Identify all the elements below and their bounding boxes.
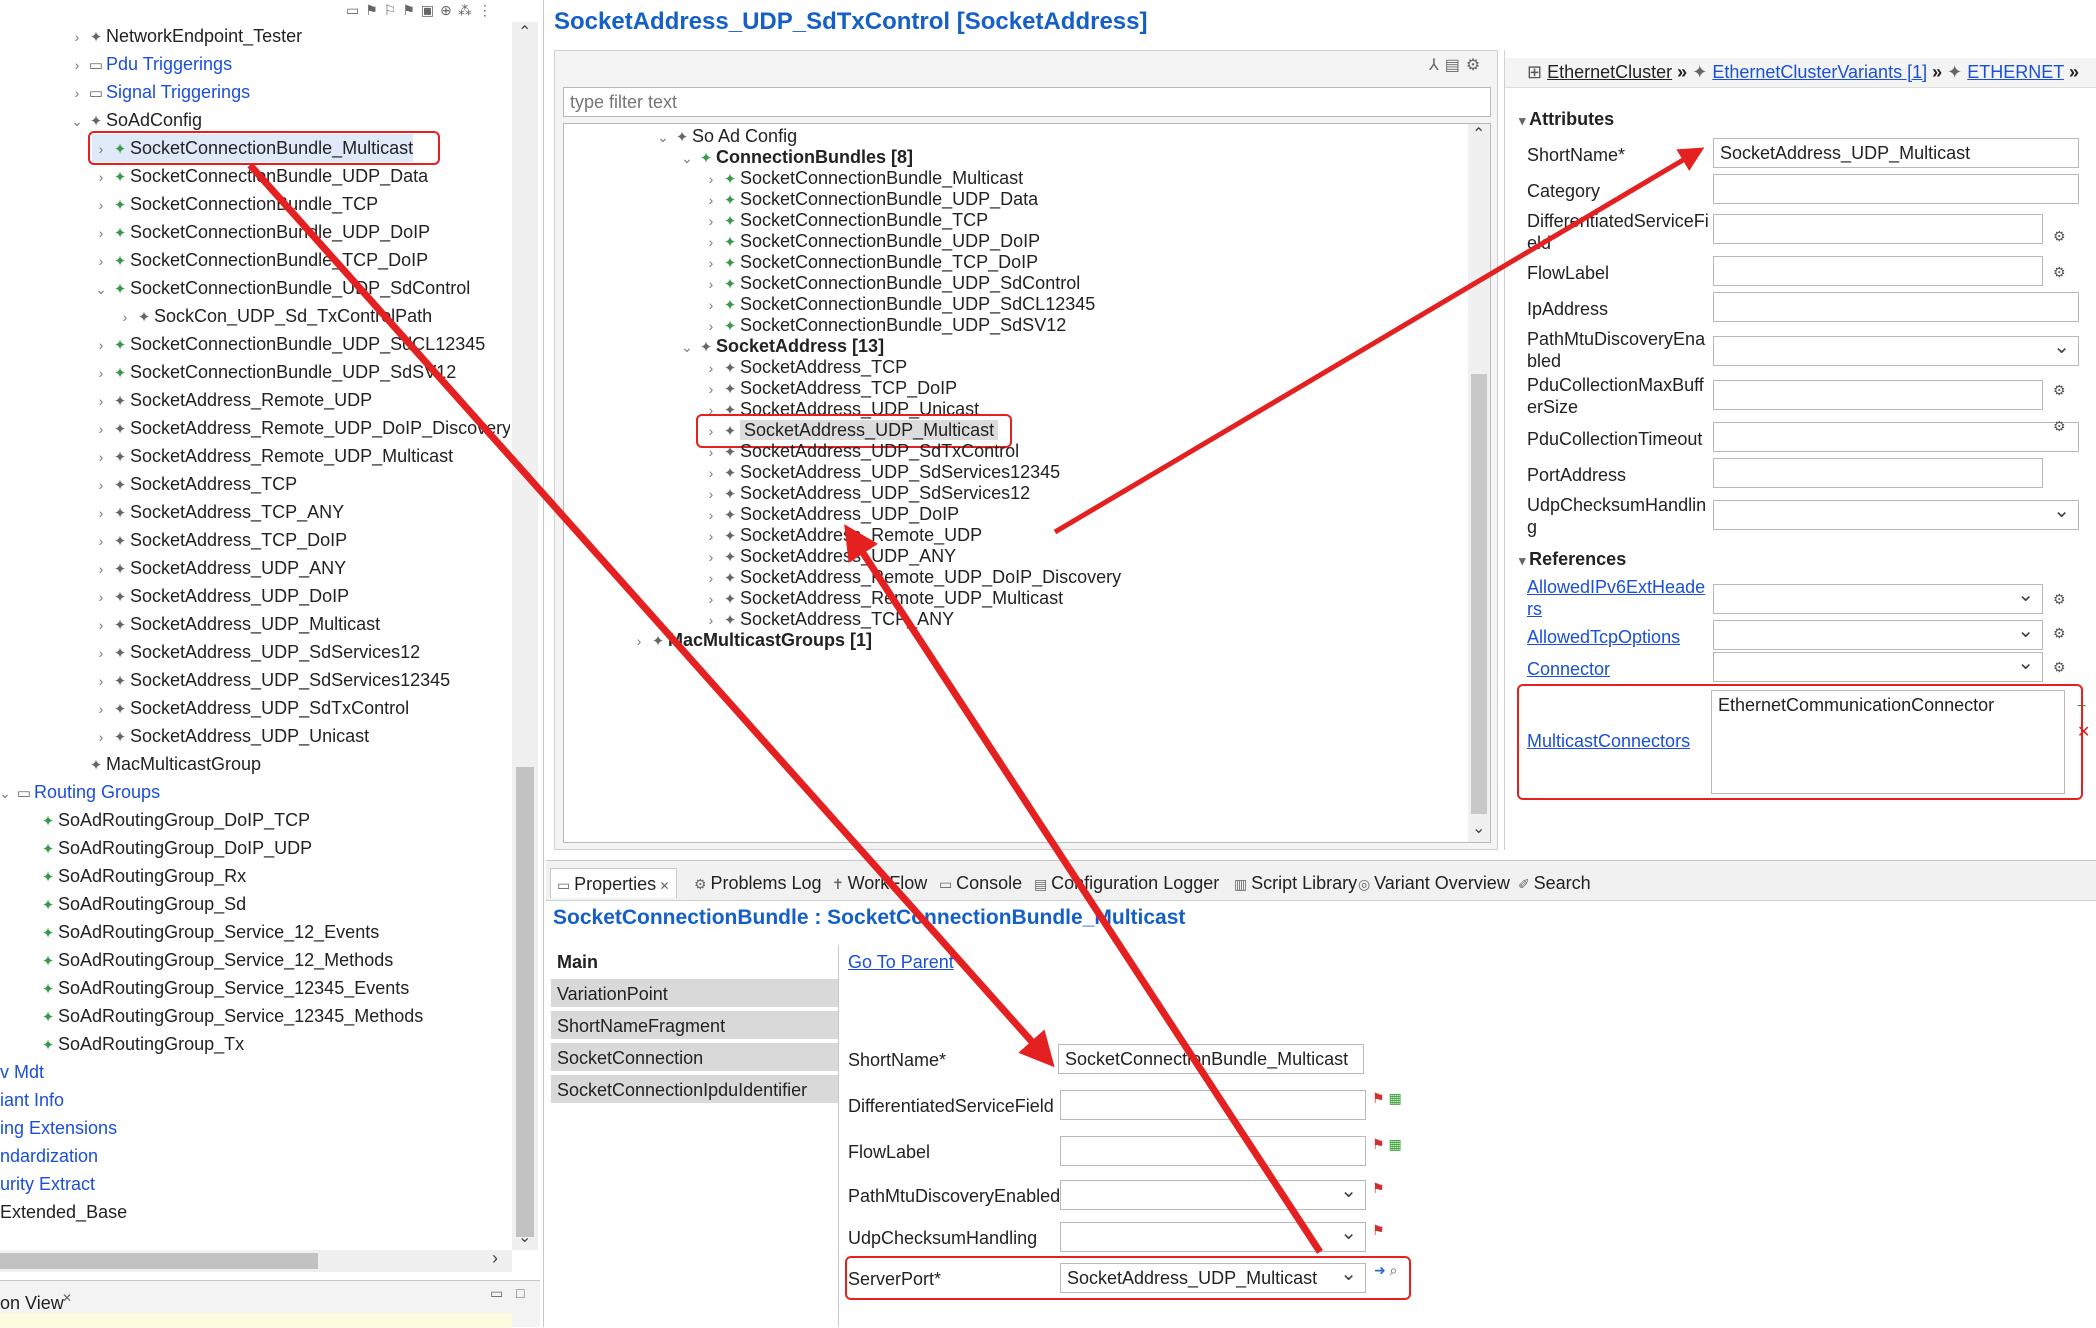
arrow-to-serverport-shortname xyxy=(247,162,1055,1068)
annotation-arrows xyxy=(247,147,1705,1254)
arrow-tree-to-attributes xyxy=(1053,147,1705,535)
arrow-serverport-to-tree xyxy=(844,524,1323,1254)
